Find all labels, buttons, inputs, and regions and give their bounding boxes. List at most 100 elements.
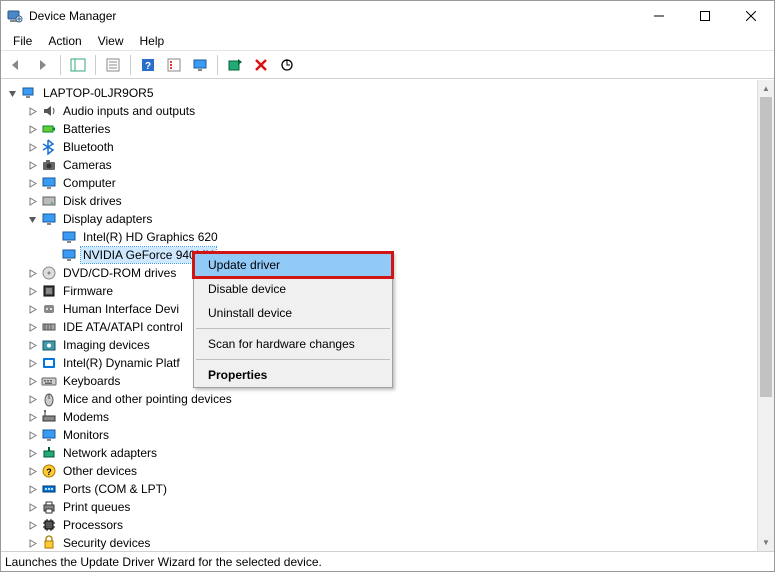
expand-icon[interactable] [25,104,39,118]
tree-category-6[interactable]: Display adapters [5,210,756,228]
expand-icon[interactable] [25,392,39,406]
tree-node-label: Processors [61,517,125,533]
security-icon [41,535,57,551]
collapse-icon[interactable] [5,86,19,100]
vertical-scrollbar[interactable]: ▲ ▼ [757,80,774,551]
menu-action[interactable]: Action [40,32,89,50]
expand-icon[interactable] [25,266,39,280]
tree-category-0[interactable]: Audio inputs and outputs [5,102,756,120]
expand-icon[interactable] [25,284,39,298]
help-button[interactable]: ? [136,54,160,76]
window-controls [636,1,774,31]
tree-node-label: Other devices [61,463,139,479]
context-menu-item-properties[interactable]: Properties [194,363,392,387]
toolbar-separator [60,55,61,75]
menu-file[interactable]: File [5,32,40,50]
audio-icon [41,103,57,119]
tree-category-3[interactable]: Cameras [5,156,756,174]
context-menu: Update driverDisable deviceUninstall dev… [193,252,393,388]
expand-icon[interactable] [25,140,39,154]
context-menu-item-scan-for-hardware-changes[interactable]: Scan for hardware changes [194,332,392,356]
menu-help[interactable]: Help [132,32,173,50]
expand-icon[interactable] [25,428,39,442]
ide-icon [41,319,57,335]
scroll-up-arrow[interactable]: ▲ [758,80,774,97]
expand-icon[interactable] [25,464,39,478]
expand-icon[interactable] [25,518,39,532]
tree-node-label: Mice and other pointing devices [61,391,234,407]
scroll-down-arrow[interactable]: ▼ [758,534,774,551]
back-button[interactable] [5,54,29,76]
tree-node-label: Disk drives [61,193,124,209]
tree-node-label: Human Interface Devi [61,301,181,317]
toolbar-separator [95,55,96,75]
camera-icon [41,157,57,173]
expand-icon[interactable] [25,356,39,370]
maximize-button[interactable] [682,1,728,31]
expand-icon[interactable] [25,158,39,172]
show-monitor-button[interactable] [188,54,212,76]
hid-icon [41,301,57,317]
tree-category-19[interactable]: Ports (COM & LPT) [5,480,756,498]
tree-category-4[interactable]: Computer [5,174,756,192]
expand-icon[interactable] [25,320,39,334]
printer-icon [41,499,57,515]
tree-category-5[interactable]: Disk drives [5,192,756,210]
tree-node-label: Firmware [61,283,115,299]
context-menu-separator [196,328,390,329]
tree-category-17[interactable]: Network adapters [5,444,756,462]
tree-category-15[interactable]: Modems [5,408,756,426]
toolbar-separator [130,55,131,75]
port-icon [41,481,57,497]
collapse-icon[interactable] [25,212,39,226]
tree-category-21[interactable]: Processors [5,516,756,534]
tree-category-22[interactable]: Security devices [5,534,756,551]
window-title: Device Manager [29,9,116,23]
uninstall-button[interactable] [249,54,273,76]
tree-root[interactable]: LAPTOP-0LJR9OR5 [5,84,756,102]
tree-node-label: Intel(R) Dynamic Platf [61,355,182,371]
properties-button[interactable] [101,54,125,76]
expand-icon[interactable] [25,302,39,316]
scan-hardware-button[interactable] [275,54,299,76]
close-button[interactable] [728,1,774,31]
menubar: File Action View Help [1,31,774,51]
network-icon [41,445,57,461]
tree-node-label: Keyboards [61,373,122,389]
computer-root-icon [21,85,37,101]
tree-category-18[interactable]: ?Other devices [5,462,756,480]
tree-node-label: Ports (COM & LPT) [61,481,169,497]
tree-category-20[interactable]: Print queues [5,498,756,516]
tree-category-16[interactable]: Monitors [5,426,756,444]
tree-device-6-0[interactable]: Intel(R) HD Graphics 620 [5,228,756,246]
menu-view[interactable]: View [90,32,132,50]
action-list-button[interactable] [162,54,186,76]
expand-icon[interactable] [25,482,39,496]
context-menu-item-update-driver[interactable]: Update driver [194,253,392,277]
tree-node-label: Network adapters [61,445,159,461]
forward-button[interactable] [31,54,55,76]
tree-category-1[interactable]: Batteries [5,120,756,138]
expand-icon[interactable] [25,410,39,424]
unknown-icon: ? [41,463,57,479]
tree-category-14[interactable]: Mice and other pointing devices [5,390,756,408]
update-driver-button[interactable] [223,54,247,76]
expand-icon[interactable] [25,194,39,208]
expand-icon[interactable] [25,374,39,388]
monitor-icon [41,175,57,191]
bluetooth-icon [41,139,57,155]
tree-category-2[interactable]: Bluetooth [5,138,756,156]
scroll-track[interactable] [758,397,774,534]
scroll-thumb[interactable] [760,97,772,397]
context-menu-item-uninstall-device[interactable]: Uninstall device [194,301,392,325]
context-menu-item-disable-device[interactable]: Disable device [194,277,392,301]
expand-icon[interactable] [25,122,39,136]
expand-icon[interactable] [25,500,39,514]
expand-icon[interactable] [25,176,39,190]
show-hide-tree-button[interactable] [66,54,90,76]
expand-icon[interactable] [25,446,39,460]
monitor-icon [41,427,57,443]
minimize-button[interactable] [636,1,682,31]
expand-icon[interactable] [25,338,39,352]
expand-icon[interactable] [25,536,39,550]
